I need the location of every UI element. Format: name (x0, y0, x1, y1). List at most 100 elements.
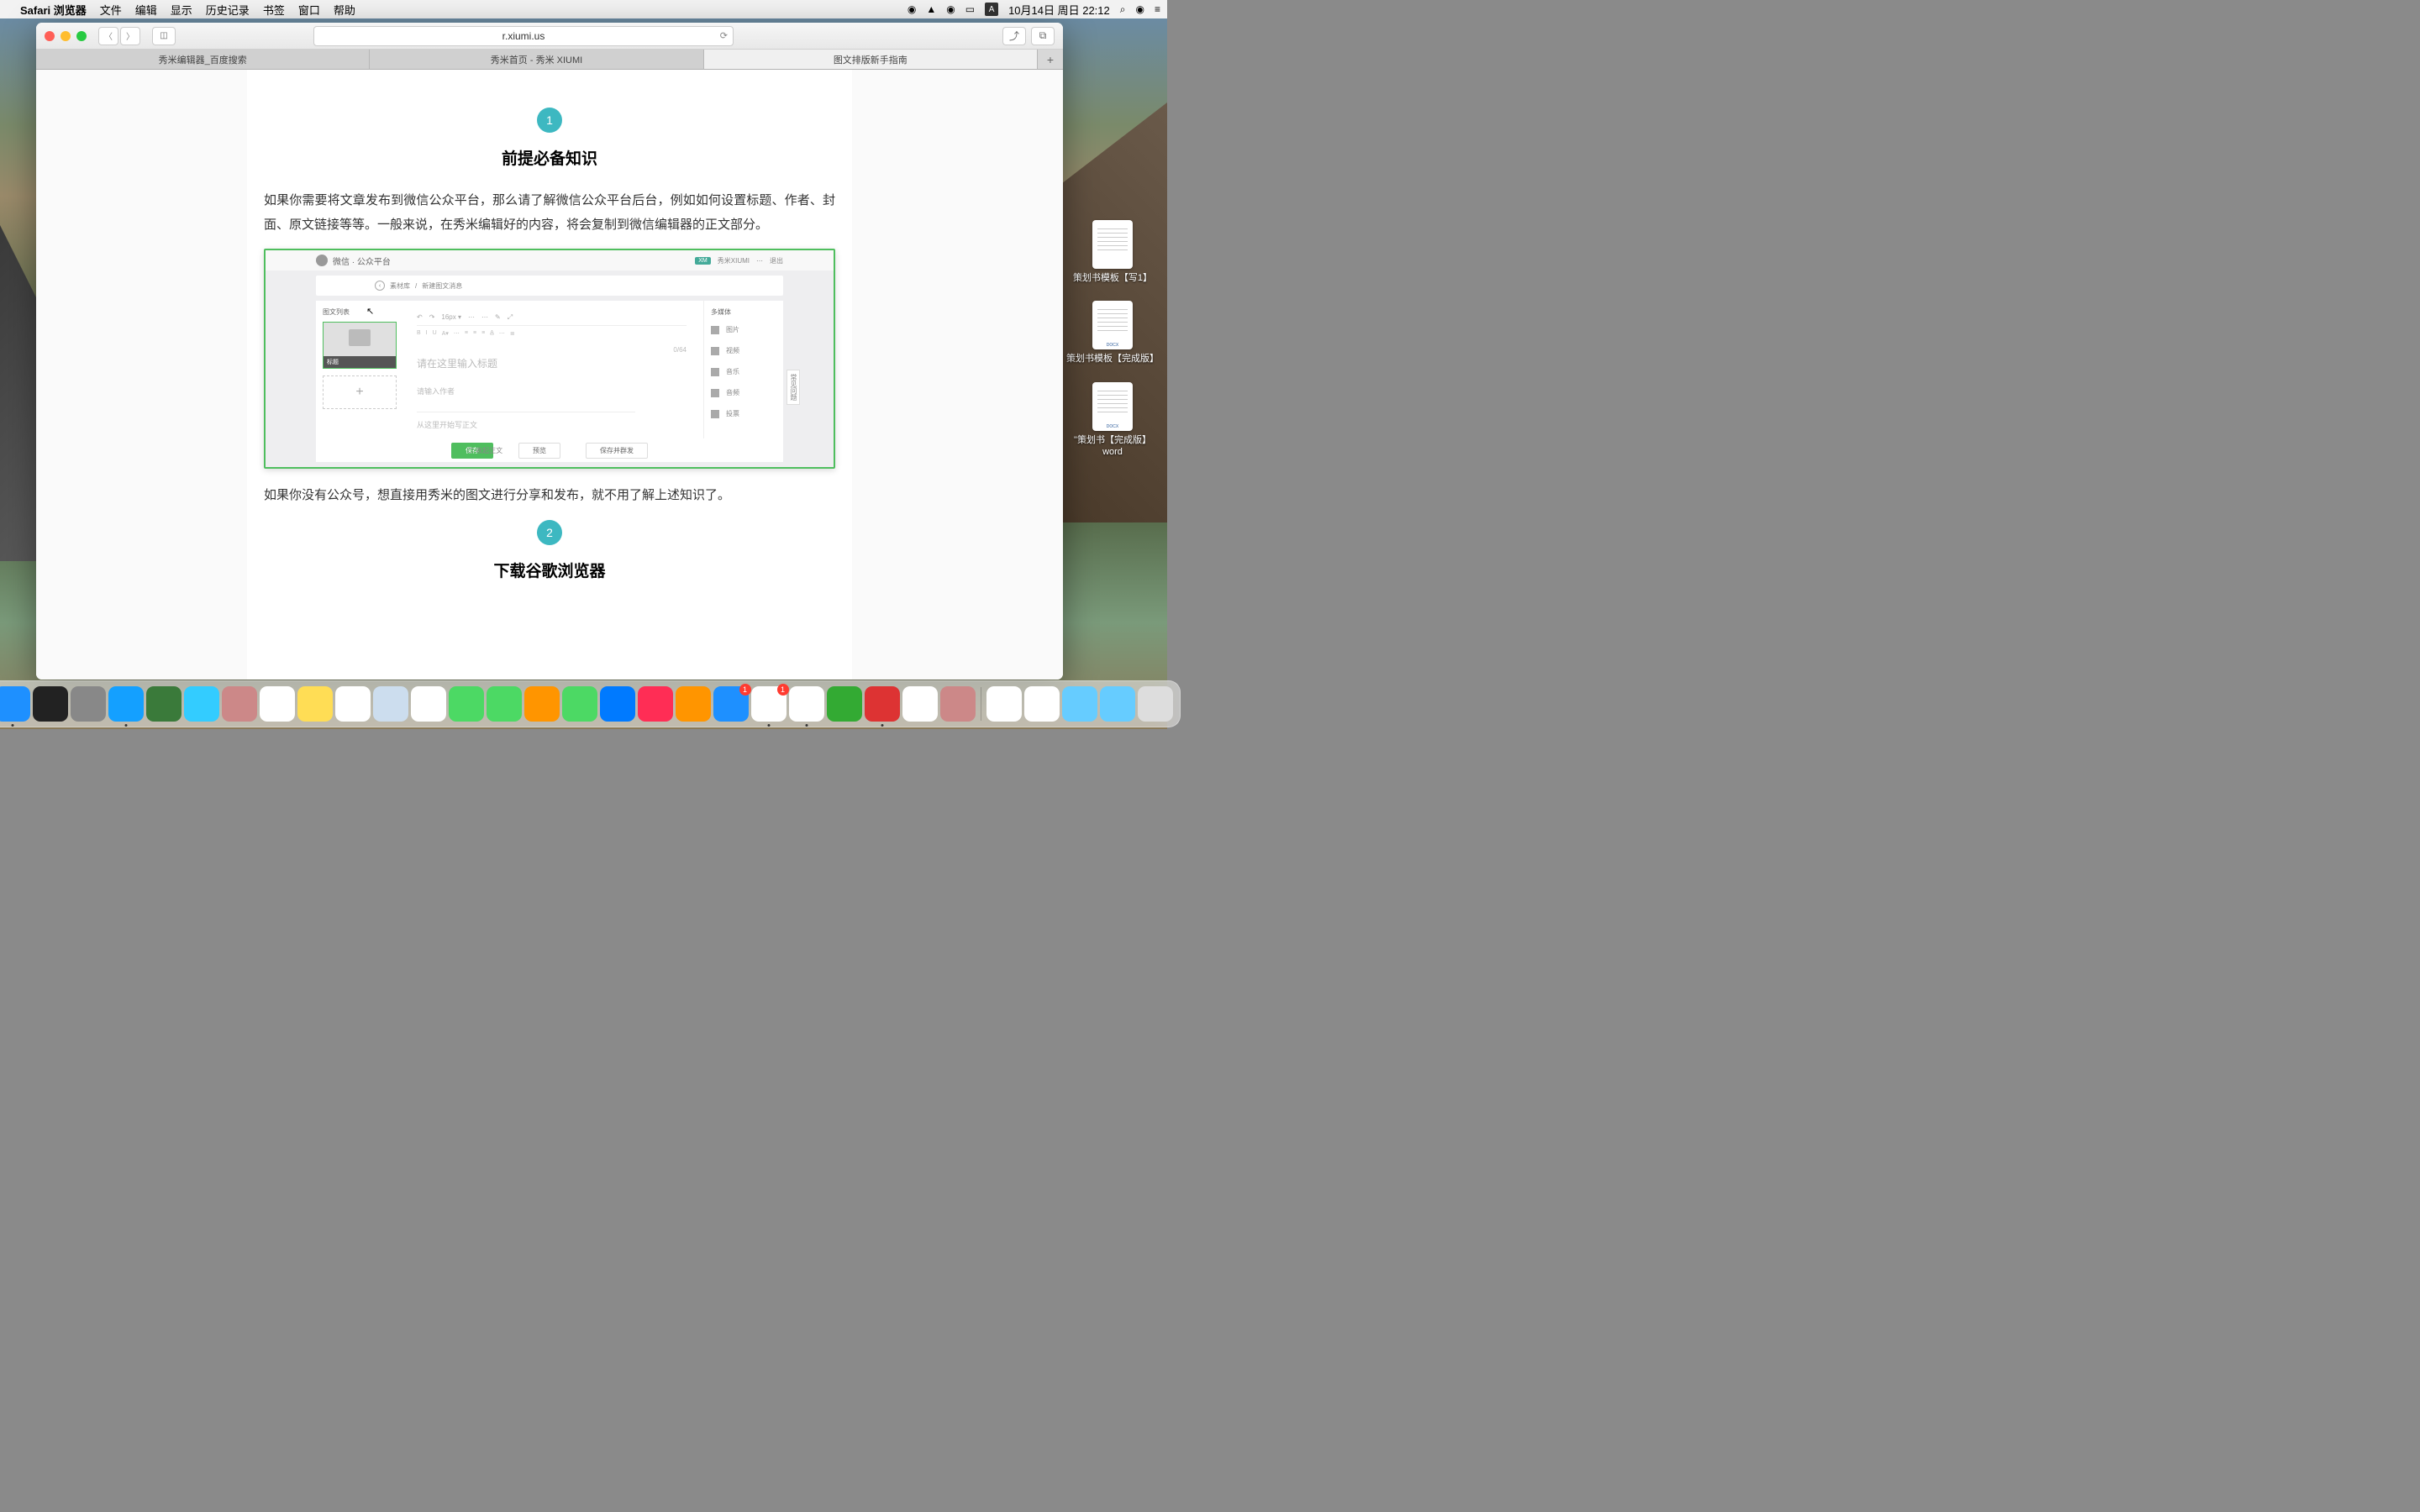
dock-app-messages[interactable] (449, 686, 484, 722)
tab[interactable]: 秀米编辑器_百度搜索 (36, 50, 370, 69)
dock-app-finder[interactable] (0, 686, 30, 722)
dock-item-folder[interactable] (1062, 686, 1097, 722)
menu-file[interactable]: 文件 (100, 2, 122, 18)
dock-app-wechat[interactable]: 1 (751, 686, 786, 722)
dock-app-profile[interactable] (940, 686, 976, 722)
xiumi-label: 秀米XIUMI (718, 256, 750, 265)
dock-app-iqiyi[interactable] (827, 686, 862, 722)
editor-toolbar-2: BIUA▾⋯≡≡≡A̲⋯≣ (417, 326, 687, 338)
char-count: 0/64 (673, 346, 687, 354)
media-title: 多媒体 (711, 307, 776, 317)
ime-icon[interactable]: A (985, 3, 998, 16)
url-bar[interactable]: r.xiumi.us ⟳ (313, 26, 734, 46)
menu-help[interactable]: 帮助 (334, 2, 355, 18)
dock-app-pages[interactable] (524, 686, 560, 722)
dock-app-itunes[interactable] (638, 686, 673, 722)
media-item: 图片 (711, 325, 776, 334)
page-content[interactable]: 1 前提必备知识 如果你需要将文章发布到微信公众平台，那么请了解微信公众平台后台… (36, 70, 1063, 680)
dock-app-appstore[interactable]: 1 (713, 686, 749, 722)
media-item: 音频 (711, 388, 776, 397)
dock-app-ibooks[interactable] (676, 686, 711, 722)
dock-item-doc2[interactable] (1024, 686, 1060, 722)
logout-link: 退出 (770, 256, 783, 265)
menubar: Safari 浏览器 文件 编辑 显示 历史记录 书签 窗口 帮助 ◉ ▲ ◉ … (0, 0, 1167, 18)
dock-app-chrome[interactable] (902, 686, 938, 722)
editor-toolbar: ↶↷16px ▾⋯⋯✎⤢ (417, 309, 687, 326)
dock-app-launchpad[interactable] (71, 686, 106, 722)
step-title: 前提必备知识 (264, 146, 835, 169)
desktop-files: 策划书模板【写1】 策划书模板【完成版】 "策划书【完成版】word (1066, 220, 1159, 475)
preview-button: 预览 (518, 443, 560, 459)
wifi-icon[interactable]: ◉ (946, 3, 955, 15)
list-title: 图文列表 (323, 307, 393, 317)
dock-app-safari[interactable] (108, 686, 144, 722)
add-article-button: + (323, 375, 397, 409)
xiumi-badge: XM (695, 257, 711, 265)
desktop: 策划书模板【写1】 策划书模板【完成版】 "策划书【完成版】word 〈 〉 ◫… (0, 18, 1167, 729)
dock-item-folder2[interactable] (1100, 686, 1135, 722)
dock-app-netease[interactable] (865, 686, 900, 722)
window-close[interactable] (45, 31, 55, 41)
cursor-icon: ↖ (366, 306, 374, 317)
dock-app-photos[interactable] (411, 686, 446, 722)
title-input: 请在这里输入标题 (417, 356, 687, 370)
back-icon: ‹ (375, 281, 385, 291)
wechat-logo-icon (316, 255, 328, 266)
battery-icon[interactable]: ▭ (965, 3, 975, 15)
dock-app-mail[interactable] (184, 686, 219, 722)
dock-app-qq[interactable] (789, 686, 824, 722)
new-tab-button[interactable]: + (1038, 50, 1063, 69)
dock-app-calendar[interactable] (260, 686, 295, 722)
article: 1 前提必备知识 如果你需要将文章发布到微信公众平台，那么请了解微信公众平台后台… (247, 70, 852, 680)
dock-app-contacts[interactable] (222, 686, 257, 722)
desktop-file[interactable]: "策划书【完成版】word (1066, 382, 1159, 459)
dock-item-trash[interactable] (1138, 686, 1173, 722)
dock-item-doc[interactable] (986, 686, 1022, 722)
step-title: 下载谷歌浏览器 (264, 559, 835, 581)
forward-button[interactable]: 〉 (120, 27, 140, 45)
faq-tab: 常见问题 (786, 370, 800, 405)
wechat-brand: 微信 · 公众平台 (333, 255, 391, 267)
dock-app-keynote[interactable] (600, 686, 635, 722)
menu-history[interactable]: 历史记录 (206, 2, 250, 18)
dock-app-numbers[interactable] (562, 686, 597, 722)
spotlight-icon[interactable]: ⌕ (1120, 3, 1126, 16)
reload-icon[interactable]: ⟳ (720, 30, 728, 41)
tab[interactable]: 秀米首页 - 秀米 XIUMI (370, 50, 703, 69)
dock-app-maps[interactable] (373, 686, 408, 722)
dock-app-reminders[interactable] (335, 686, 371, 722)
desktop-file[interactable]: 策划书模板【完成版】 (1066, 301, 1159, 365)
menu-edit[interactable]: 编辑 (135, 2, 157, 18)
window-minimize[interactable] (60, 31, 71, 41)
menu-view[interactable]: 显示 (171, 2, 192, 18)
body-input: 从这里开始写正文 (417, 412, 635, 430)
back-button[interactable]: 〈 (98, 27, 118, 45)
article-thumb: 标题 (323, 322, 397, 369)
menu-bookmarks[interactable]: 书签 (263, 2, 285, 18)
dock-app-notes[interactable] (297, 686, 333, 722)
notifications-icon[interactable]: ≡ (1155, 3, 1160, 15)
dock-app-qgis[interactable] (146, 686, 182, 722)
desktop-file[interactable]: 策划书模板【写1】 (1066, 220, 1159, 284)
tabs-button[interactable]: ⧉ (1031, 27, 1055, 45)
window-maximize[interactable] (76, 31, 87, 41)
app-menu[interactable]: Safari 浏览器 (20, 2, 87, 18)
datetime[interactable]: 10月14日 周日 22:12 (1008, 2, 1110, 18)
paragraph: 如果你需要将文章发布到微信公众平台，那么请了解微信公众平台后台，例如如何设置标题… (264, 189, 835, 237)
paragraph: 如果你没有公众号，想直接用秀米的图文进行分享和发布，就不用了解上述知识了。 (264, 484, 835, 508)
menu-window[interactable]: 窗口 (298, 2, 320, 18)
dock-app-facetime[interactable] (487, 686, 522, 722)
siri-icon[interactable]: ◉ (1136, 3, 1144, 15)
step-badge: 2 (537, 520, 562, 545)
safari-window: 〈 〉 ◫ r.xiumi.us ⟳ ⤴ ⧉ 秀米编辑器_百度搜索 秀米首页 -… (36, 23, 1063, 680)
notification-icon[interactable]: ▲ (926, 3, 936, 15)
titlebar: 〈 〉 ◫ r.xiumi.us ⟳ ⤴ ⧉ (36, 23, 1063, 50)
tab-active[interactable]: 图文排版新手指南 (704, 50, 1038, 69)
record-icon[interactable]: ◉ (908, 3, 916, 15)
collapse-checkbox: ☐ 收起正文 (467, 446, 502, 455)
share-button[interactable]: ⤴ (1002, 27, 1026, 45)
sidebar-toggle[interactable]: ◫ (152, 27, 176, 45)
media-item: 音乐 (711, 367, 776, 376)
dock-app-siri[interactable] (33, 686, 68, 722)
url-text: r.xiumi.us (502, 30, 545, 42)
